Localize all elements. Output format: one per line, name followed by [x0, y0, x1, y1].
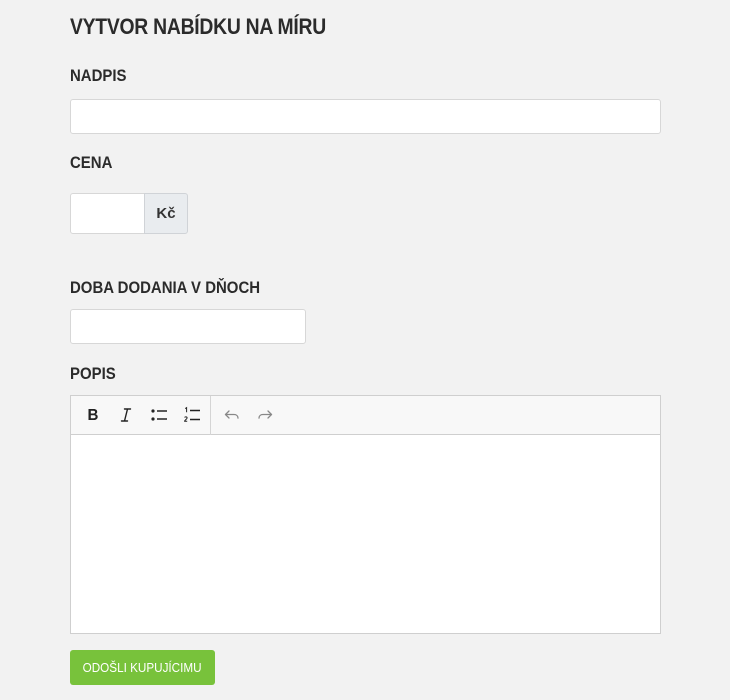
delivery-label: DOBA DODANIA V DŇOCH [70, 278, 261, 297]
bold-icon [88, 409, 98, 420]
description-textarea[interactable] [71, 435, 660, 633]
price-input[interactable] [70, 193, 145, 234]
numbered-list-button[interactable] [175, 400, 208, 430]
description-editor [70, 395, 661, 634]
heading-label: NADPIS [70, 66, 127, 85]
redo-icon [257, 410, 272, 419]
bold-button[interactable] [76, 400, 109, 430]
price-label: CENA [70, 153, 113, 172]
undo-button[interactable] [215, 400, 248, 430]
redo-button[interactable] [248, 400, 281, 430]
numbered-list-icon [183, 406, 200, 422]
italic-button[interactable] [109, 400, 142, 430]
page-title: VYTVOR NABÍDKU NA MÍRU [70, 14, 326, 39]
send-to-buyer-button[interactable]: ODOŠLI KUPUJÍCIMU [70, 650, 215, 685]
description-label: POPIS [70, 364, 116, 383]
heading-input[interactable] [70, 99, 661, 134]
italic-icon [120, 408, 131, 422]
toolbar-separator [210, 395, 211, 435]
currency-addon: Kč [144, 193, 188, 234]
bulleted-list-button[interactable] [142, 400, 175, 430]
undo-icon [224, 410, 239, 419]
send-to-buyer-label: ODOŠLI KUPUJÍCIMU [83, 660, 202, 675]
editor-toolbar [71, 395, 660, 435]
bulleted-list-icon [150, 409, 167, 421]
delivery-days-input[interactable] [70, 309, 306, 344]
